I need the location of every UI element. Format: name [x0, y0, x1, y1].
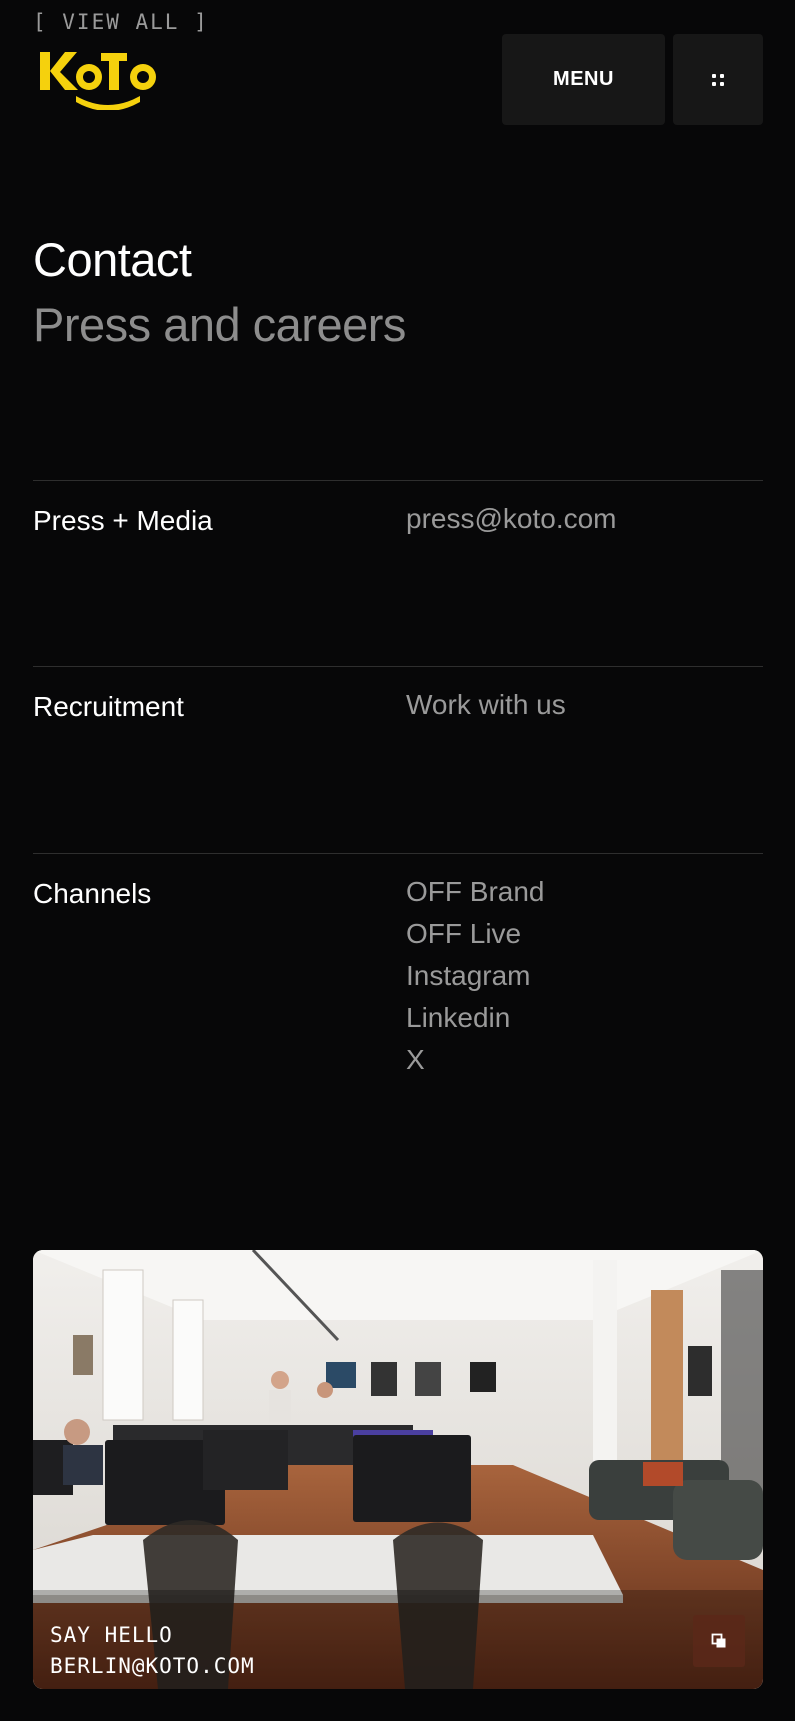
external-link-button[interactable] — [693, 1615, 745, 1667]
row-label: Press + Media — [33, 505, 213, 536]
grid-dots-icon — [712, 73, 724, 86]
press-email-link[interactable]: press@koto.com — [406, 498, 617, 540]
contact-row-press: Press + Media press@koto.com — [33, 480, 763, 536]
channel-link-x[interactable]: X — [406, 1039, 544, 1081]
contact-row-channels: Channels OFF Brand OFF Live Instagram Li… — [33, 853, 763, 1075]
koto-logo-mark — [40, 52, 156, 111]
view-all-link[interactable]: [ VIEW ALL ] — [33, 10, 209, 34]
contact-row-recruitment: Recruitment Work with us — [33, 666, 763, 722]
menu-button[interactable]: MENU — [502, 34, 665, 125]
channel-link-instagram[interactable]: Instagram — [406, 955, 544, 997]
row-label: Recruitment — [33, 691, 184, 722]
page-title: Contact — [33, 233, 192, 286]
row-label: Channels — [33, 878, 152, 909]
koto-logo[interactable] — [38, 44, 163, 111]
work-with-us-link[interactable]: Work with us — [406, 684, 566, 726]
grid-menu-button[interactable] — [673, 34, 763, 125]
channel-link-off-brand[interactable]: OFF Brand — [406, 871, 544, 913]
channel-link-off-live[interactable]: OFF Live — [406, 913, 544, 955]
berlin-email-link[interactable]: BERLIN@KOTO.COM — [50, 1651, 255, 1682]
page-subtitle: Press and careers — [33, 298, 406, 351]
external-link-icon — [711, 1633, 726, 1648]
channel-link-linkedin[interactable]: Linkedin — [406, 997, 544, 1039]
say-hello-card-text: SAY HELLO BERLIN@KOTO.COM — [50, 1620, 255, 1682]
say-hello-label: SAY HELLO — [50, 1623, 173, 1647]
